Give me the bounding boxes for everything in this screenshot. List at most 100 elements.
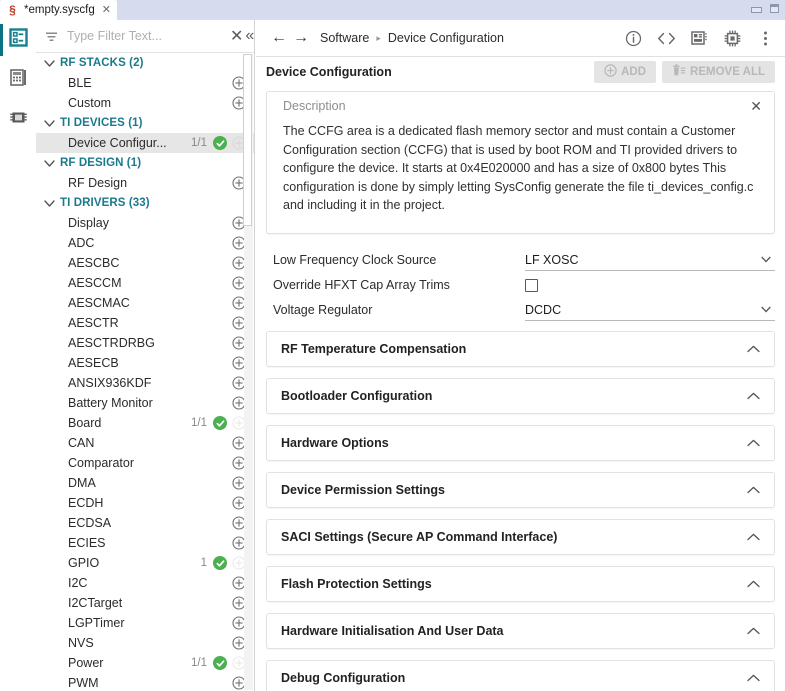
tree-row[interactable]: GPIO1: [36, 553, 254, 573]
window-controls: [751, 3, 779, 13]
code-icon[interactable]: [656, 28, 676, 48]
tree-row[interactable]: I2CTarget: [36, 593, 254, 613]
minimize-icon[interactable]: [751, 7, 762, 13]
clear-filter-icon[interactable]: ✕: [230, 27, 243, 45]
settings-sections: RF Temperature Compensation Bootloader Co…: [266, 331, 775, 691]
tree-row[interactable]: AESCTRDRBG: [36, 333, 254, 353]
tree-row[interactable]: Display: [36, 213, 254, 233]
collapse-all-icon[interactable]: «: [245, 27, 254, 45]
tree-row[interactable]: Custom: [36, 93, 254, 113]
field-control: LF XOSC: [525, 249, 775, 271]
chevron-down-icon[interactable]: [44, 198, 55, 209]
maximize-icon[interactable]: [770, 4, 779, 13]
tree-row[interactable]: BLE: [36, 73, 254, 93]
tree-group-header[interactable]: RF STACKS (2): [36, 53, 254, 73]
description-card: Description ✕ The CCFG area is a dedicat…: [266, 91, 775, 234]
tree-row[interactable]: ECIES: [36, 533, 254, 553]
tree-row-count: 1/1: [191, 657, 207, 669]
accordion-section[interactable]: Flash Protection Settings: [266, 566, 775, 602]
tree-group-header[interactable]: RF DESIGN (1): [36, 153, 254, 173]
chevron-up-icon[interactable]: [747, 575, 760, 593]
chevron-down-icon[interactable]: [44, 158, 55, 169]
chip-icon[interactable]: [722, 28, 742, 48]
chevron-down-icon[interactable]: [44, 118, 55, 129]
more-vertical-icon[interactable]: [755, 28, 775, 48]
remove-all-button[interactable]: REMOVE ALL: [662, 61, 775, 83]
tree-row[interactable]: AESCTR: [36, 313, 254, 333]
tree-group-header[interactable]: TI DRIVERS (33): [36, 193, 254, 213]
tree-row[interactable]: DMA: [36, 473, 254, 493]
accordion-section[interactable]: Hardware Options: [266, 425, 775, 461]
select-value: DCDC: [525, 303, 761, 317]
rail-item-structure[interactable]: [0, 20, 36, 60]
tree-row[interactable]: ANSIX936KDF: [36, 373, 254, 393]
tree-row[interactable]: CAN: [36, 433, 254, 453]
forward-icon[interactable]: →: [290, 27, 312, 49]
close-icon[interactable]: ✕: [100, 5, 111, 16]
accordion-section[interactable]: Hardware Initialisation And User Data: [266, 613, 775, 649]
chevron-up-icon[interactable]: [747, 481, 760, 499]
tree-row[interactable]: Board1/1: [36, 413, 254, 433]
filter-input[interactable]: [67, 29, 228, 43]
tree-row[interactable]: AESECB: [36, 353, 254, 373]
sidebar-scrollbar-thumb[interactable]: [243, 54, 252, 226]
tree-row-label: AESCTRDRBG: [68, 336, 232, 350]
accordion-section[interactable]: SACI Settings (Secure AP Command Interfa…: [266, 519, 775, 555]
board-view-icon: [9, 68, 28, 92]
tree-row[interactable]: NVS: [36, 633, 254, 653]
tree-row[interactable]: Comparator: [36, 453, 254, 473]
tree-row[interactable]: I2C: [36, 573, 254, 593]
select-voltage-regulator[interactable]: DCDC: [525, 299, 775, 321]
add-button[interactable]: ADD: [594, 61, 656, 83]
tree-row[interactable]: Battery Monitor: [36, 393, 254, 413]
accordion-section[interactable]: Bootloader Configuration: [266, 378, 775, 414]
close-icon[interactable]: ✕: [750, 99, 762, 113]
chevron-up-icon[interactable]: [747, 387, 760, 405]
breadcrumb-item-software[interactable]: Software: [320, 31, 369, 45]
accordion-section[interactable]: Debug Configuration: [266, 660, 775, 691]
tree-row[interactable]: Power1/1: [36, 653, 254, 673]
tree-row[interactable]: AESCCM: [36, 273, 254, 293]
tree-row[interactable]: RF Design: [36, 173, 254, 193]
chevron-down-icon: [761, 255, 771, 265]
chevron-down-icon[interactable]: [44, 58, 55, 69]
rail-item-board-view[interactable]: [0, 60, 36, 100]
tree-row-label: CAN: [68, 436, 232, 450]
tree-group-label: RF STACKS (2): [60, 57, 144, 69]
select-low-frequency-clock-source[interactable]: LF XOSC: [525, 249, 775, 271]
tree-group-header[interactable]: TI DEVICES (1): [36, 113, 254, 133]
tree-row-label: I2C: [68, 576, 232, 590]
description-text: The CCFG area is a dedicated flash memor…: [267, 120, 774, 233]
checkbox-override-hfxt-cap-array-trims[interactable]: [525, 279, 538, 292]
breadcrumb-item-device-configuration[interactable]: Device Configuration: [388, 31, 504, 45]
tree-row-label: RF Design: [68, 176, 232, 190]
tree-row[interactable]: ECDSA: [36, 513, 254, 533]
tree-row-label: I2CTarget: [68, 596, 232, 610]
info-icon[interactable]: [623, 28, 643, 48]
chevron-up-icon[interactable]: [747, 622, 760, 640]
accordion-section[interactable]: Device Permission Settings: [266, 472, 775, 508]
editor-tab-label: *empty.syscfg: [24, 4, 95, 16]
tree-row[interactable]: LGPTimer: [36, 613, 254, 633]
editor-tab[interactable]: § *empty.syscfg ✕: [0, 0, 117, 20]
tree-row[interactable]: Device Configur...1/1: [36, 133, 254, 153]
field-row: Voltage RegulatorDCDC: [266, 298, 775, 323]
chevron-up-icon[interactable]: [747, 669, 760, 687]
tree-row[interactable]: ADC: [36, 233, 254, 253]
structure-view-icon: [9, 28, 28, 52]
tree-row[interactable]: ECDH: [36, 493, 254, 513]
chevron-up-icon[interactable]: [747, 340, 760, 358]
rail-item-device-view[interactable]: [0, 100, 36, 140]
tree-row[interactable]: AESCBC: [36, 253, 254, 273]
board-icon[interactable]: [689, 28, 709, 48]
tree-row-label: AESECB: [68, 356, 232, 370]
back-icon[interactable]: ←: [268, 27, 290, 49]
tree-row[interactable]: PWM: [36, 673, 254, 691]
nav-bar: ← → Software ▸ Device Configuration: [256, 20, 785, 57]
filter-bar: ✕ «: [36, 20, 254, 53]
sidebar-scrollbar-track[interactable]: [244, 54, 253, 690]
tree-row[interactable]: AESCMAC: [36, 293, 254, 313]
accordion-section[interactable]: RF Temperature Compensation: [266, 331, 775, 367]
chevron-up-icon[interactable]: [747, 528, 760, 546]
chevron-up-icon[interactable]: [747, 434, 760, 452]
